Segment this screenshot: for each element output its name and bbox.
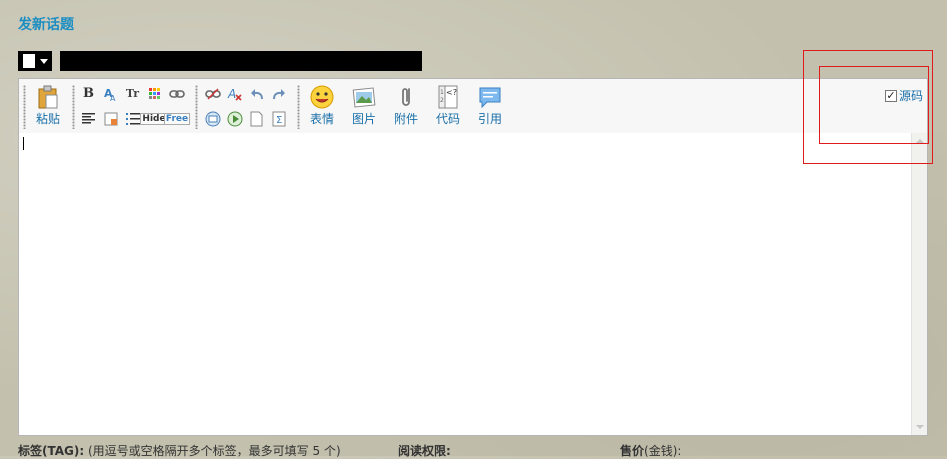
- subject-input[interactable]: [60, 51, 422, 71]
- svg-text:Σ: Σ: [276, 115, 282, 126]
- svg-text:A: A: [227, 87, 236, 101]
- quote-label: 引用: [477, 112, 502, 126]
- float-icon: [104, 112, 117, 125]
- image-label: 图片: [351, 112, 376, 126]
- insert-media-button[interactable]: [226, 110, 243, 127]
- float-button[interactable]: [102, 110, 119, 127]
- svg-text:<?: <?: [446, 88, 457, 97]
- svg-text:1: 1: [440, 89, 444, 96]
- unlink-button[interactable]: [204, 85, 221, 102]
- image-button[interactable]: 图片: [346, 85, 382, 129]
- svg-text:2: 2: [440, 97, 444, 104]
- bold-button[interactable]: B: [80, 85, 97, 102]
- toolbar-grip: [297, 85, 300, 129]
- post-options-row: 标签(TAG): (用逗号或空格隔开多个标签，最多可填写 5 个) 阅读权限: …: [18, 442, 947, 459]
- paste-button[interactable]: 粘贴: [30, 85, 66, 129]
- paperclip-icon: [402, 88, 410, 106]
- align-button[interactable]: [80, 110, 97, 127]
- undo-button[interactable]: [248, 85, 265, 102]
- list-button[interactable]: [124, 110, 141, 127]
- hide-button[interactable]: Hide: [140, 110, 168, 127]
- clear-format-button[interactable]: A: [226, 85, 243, 102]
- attachment-button[interactable]: 附件: [388, 85, 424, 129]
- code-label: 代码: [435, 112, 460, 126]
- emoticon-button[interactable]: 表情: [304, 85, 340, 129]
- page-icon: [250, 111, 263, 126]
- link-icon: [168, 89, 185, 98]
- paste-label: 粘贴: [35, 112, 60, 126]
- toolbar-grip: [23, 85, 26, 129]
- chevron-down-icon: [40, 59, 48, 64]
- post-type-select[interactable]: [18, 51, 52, 71]
- color-grid-icon: [148, 87, 160, 99]
- clear-format-icon: A: [227, 87, 242, 101]
- redo-icon: [272, 88, 285, 99]
- undo-icon: [250, 88, 263, 99]
- toolbar-grip: [195, 85, 198, 129]
- paste-icon: [38, 85, 58, 109]
- link-button[interactable]: [168, 85, 185, 102]
- redo-button[interactable]: [270, 85, 287, 102]
- insert-formula-button[interactable]: Σ: [270, 110, 287, 127]
- document-icon: [23, 54, 35, 68]
- list-icon: [125, 112, 140, 125]
- align-left-icon: [82, 113, 95, 124]
- svg-text:A: A: [110, 94, 116, 102]
- font-color-button[interactable]: AA: [102, 85, 119, 102]
- quote-button[interactable]: 引用: [472, 85, 508, 129]
- image-icon: [352, 87, 376, 108]
- free-button[interactable]: Free: [163, 110, 191, 127]
- code-button[interactable]: 1 2 <? 代码: [430, 85, 466, 129]
- unlink-icon: [204, 88, 221, 99]
- media-icon: [227, 111, 242, 126]
- message-textarea[interactable]: [19, 133, 911, 435]
- read-permission-label: 阅读权限:: [398, 444, 451, 458]
- toolbar-grip: [72, 85, 75, 129]
- editor: 粘贴 B AA Tr Hide Free A Σ 表情 图片 附件 1 2 <?…: [18, 78, 928, 436]
- insert-image-url-button[interactable]: [204, 110, 221, 127]
- text-caret: [23, 137, 24, 150]
- sigma-icon: Σ: [272, 111, 285, 126]
- color-grid-button[interactable]: [146, 85, 163, 102]
- smiley-icon: [310, 85, 334, 109]
- scroll-down-arrow-icon[interactable]: [912, 419, 927, 435]
- emoticon-label: 表情: [309, 112, 334, 126]
- globe-image-icon: [205, 111, 220, 126]
- page-title: 发新话题: [18, 17, 74, 33]
- attachment-label: 附件: [393, 112, 418, 126]
- font-size-button[interactable]: Tr: [124, 85, 141, 102]
- vertical-scrollbar[interactable]: [911, 133, 927, 435]
- code-icon: 12<?: [438, 85, 458, 109]
- insert-page-button[interactable]: [248, 110, 265, 127]
- price-label: 售价(金钱):: [620, 444, 682, 458]
- editor-toolbar: 粘贴 B AA Tr Hide Free A Σ 表情 图片 附件 1 2 <?…: [19, 79, 927, 134]
- quote-icon: [479, 87, 501, 109]
- annotation-highlight-box: [819, 66, 929, 144]
- tag-field-label: 标签(TAG): (用逗号或空格隔开多个标签，最多可填写 5 个): [18, 442, 341, 459]
- font-color-icon: AA: [104, 87, 116, 102]
